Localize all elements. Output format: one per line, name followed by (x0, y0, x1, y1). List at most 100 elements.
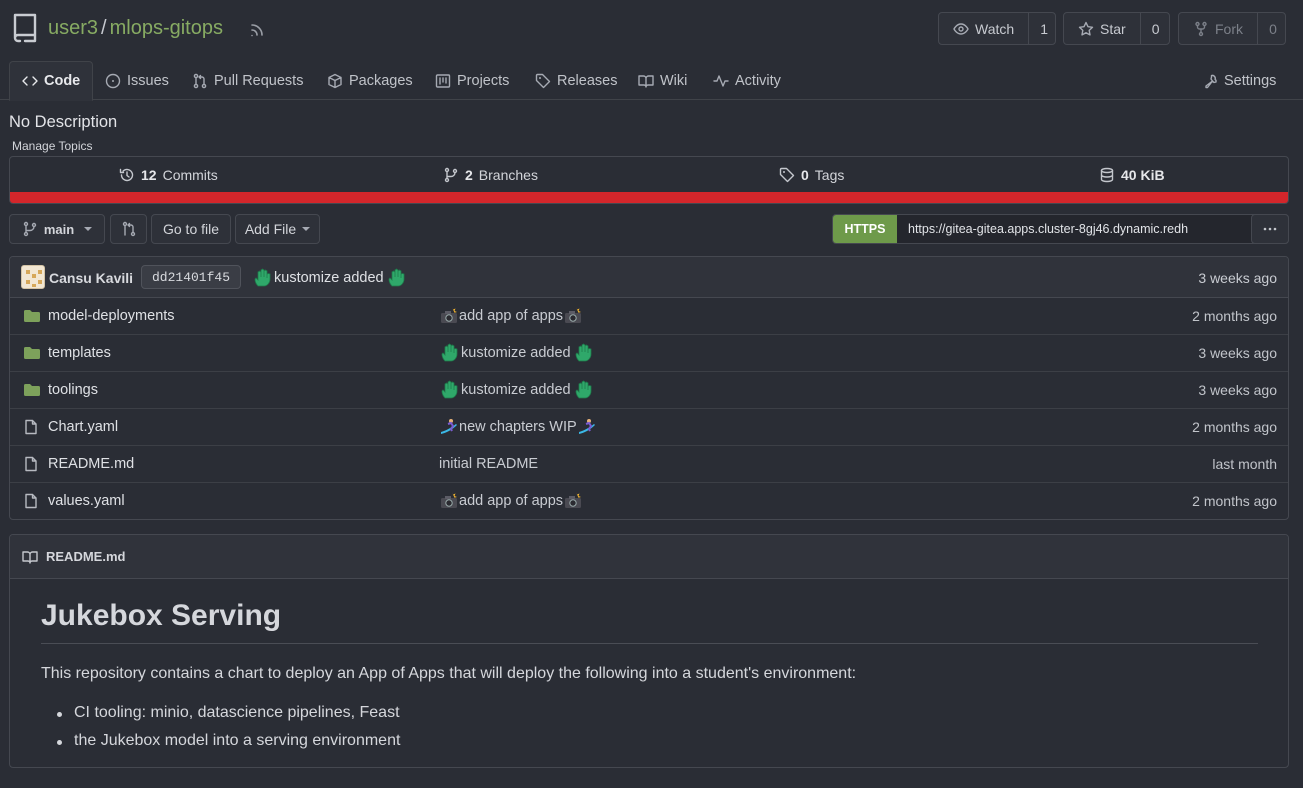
readme-paragraph: This repository contains a chart to depl… (41, 665, 857, 682)
file-commit-text: add app of apps (459, 493, 564, 509)
project-icon (435, 73, 451, 89)
file-commit-text: new chapters WIP (459, 419, 577, 435)
raised-hand-icon (573, 380, 593, 400)
fork-label: Fork (1215, 20, 1243, 37)
file-name-link[interactable]: templates (48, 345, 111, 361)
repo-icon (12, 12, 38, 44)
tab-pull-requests[interactable]: Pull Requests (192, 61, 303, 100)
repo-owner-link[interactable]: user3 (48, 17, 98, 40)
readme-title: Jukebox Serving (41, 599, 1258, 644)
branch-name: main (43, 221, 75, 237)
manage-topics-link[interactable]: Manage Topics (12, 139, 93, 153)
file-commit-time: last month (1212, 456, 1277, 472)
tab-packages[interactable]: Packages (327, 61, 413, 100)
list-item: CI tooling: minio, datascience pipelines… (57, 704, 400, 721)
readme-header: README.md (10, 535, 1288, 579)
file-commit-message[interactable]: add app of apps (439, 306, 583, 326)
file-commit-text: initial README (439, 456, 539, 472)
rss-icon[interactable] (249, 22, 265, 38)
history-icon (119, 167, 135, 183)
pull-request-icon (192, 73, 208, 89)
file-name-link[interactable]: values.yaml (48, 493, 125, 509)
tab-wiki[interactable]: Wiki (638, 61, 687, 100)
clone-url-input[interactable]: https://gitea-gitea.apps.cluster-8gj46.d… (897, 215, 1253, 243)
tab-label: Issues (127, 72, 169, 89)
table-row: README.md initial README last month (10, 446, 1288, 483)
file-name-link[interactable]: README.md (48, 456, 134, 472)
table-row: toolings kustomize added 3 weeks ago (10, 372, 1288, 409)
size-stat: 40 KiB (1099, 157, 1165, 193)
table-row: Chart.yaml new chapters WIP 2 months ago (10, 409, 1288, 446)
star-icon (1078, 21, 1094, 37)
file-commit-message[interactable]: new chapters WIP (439, 417, 597, 437)
compare-icon (121, 221, 137, 237)
kebab-horizontal-icon (1262, 221, 1278, 237)
camera-flash-icon (563, 491, 583, 511)
chevron-down-icon (84, 227, 93, 231)
commit-sha[interactable]: dd21401f45 (141, 265, 242, 289)
tab-label: Settings (1224, 72, 1277, 89)
clone-protocol-button[interactable]: HTTPS (833, 215, 897, 243)
fork-icon (1193, 21, 1209, 37)
file-name-link[interactable]: Chart.yaml (48, 419, 118, 435)
repo-size: 40 KiB (1121, 167, 1165, 183)
tab-issues[interactable]: Issues (105, 61, 169, 100)
file-commit-text: kustomize added (461, 345, 571, 361)
latest-commit-message[interactable]: kustomize added (252, 268, 406, 288)
fork-count[interactable]: 0 (1258, 13, 1288, 44)
folder-icon (23, 345, 41, 361)
file-commit-message[interactable]: kustomize added (439, 380, 593, 400)
tab-releases[interactable]: Releases (535, 61, 617, 100)
branch-icon (443, 167, 459, 183)
commit-message-text: kustomize added (274, 270, 384, 286)
tab-projects[interactable]: Projects (435, 61, 509, 100)
branch-selector[interactable]: main (9, 214, 105, 244)
latest-commit-row: Cansu Kavili dd21401f45 kustomize added … (10, 257, 1288, 298)
book-icon (22, 549, 38, 565)
branches-count: 2 (465, 167, 473, 183)
branches-stat[interactable]: 2 Branches (443, 157, 538, 193)
star-button[interactable]: Star (1064, 13, 1141, 44)
watch-count[interactable]: 1 (1029, 13, 1059, 44)
file-commit-message[interactable]: initial README (439, 454, 538, 474)
clone-panel: HTTPS https://gitea-gitea.apps.cluster-8… (832, 214, 1289, 244)
star-count[interactable]: 0 (1141, 13, 1171, 44)
repo-name-link[interactable]: mlops-gitops (110, 17, 223, 40)
avatar[interactable] (21, 265, 45, 289)
file-icon (23, 456, 39, 472)
more-options-button[interactable] (1251, 214, 1289, 244)
file-name-link[interactable]: model-deployments (48, 308, 175, 324)
pulse-icon (713, 73, 729, 89)
language-bar[interactable] (10, 192, 1288, 203)
chevron-down-icon (302, 227, 311, 231)
database-icon (1099, 167, 1115, 183)
readme-filename-link[interactable]: README.md (46, 549, 125, 564)
file-icon (23, 419, 39, 435)
camera-flash-icon (439, 491, 459, 511)
tab-label: Activity (735, 72, 781, 89)
tab-code[interactable]: Code (9, 61, 94, 101)
commit-author[interactable]: Cansu Kavili (49, 270, 133, 286)
code-icon (22, 73, 38, 89)
tab-settings[interactable]: Settings (1202, 61, 1276, 100)
book-icon (638, 73, 654, 89)
fork-button[interactable]: Fork (1179, 13, 1258, 44)
add-file-button[interactable]: Add File (235, 214, 320, 244)
file-commit-message[interactable]: add app of apps (439, 491, 583, 511)
repo-stats-bar: 12 Commits 2 Branches 0 Tags 40 KiB (9, 156, 1289, 204)
folder-icon (23, 382, 41, 398)
commits-stat[interactable]: 12 Commits (119, 157, 218, 193)
repo-title: user3 / mlops-gitops (48, 17, 223, 40)
file-name-link[interactable]: toolings (48, 382, 98, 398)
watch-button[interactable]: Watch (939, 13, 1030, 44)
compare-button[interactable] (110, 214, 147, 244)
tab-label: Packages (349, 72, 413, 89)
table-row: model-deployments add app of apps 2 mont… (10, 298, 1288, 335)
camera-flash-icon (439, 306, 459, 326)
watch-button-group: Watch 1 (938, 12, 1056, 45)
table-row: values.yaml add app of apps 2 months ago (10, 483, 1288, 519)
tags-stat[interactable]: 0 Tags (779, 157, 844, 193)
tab-activity[interactable]: Activity (713, 61, 781, 100)
file-commit-message[interactable]: kustomize added (439, 343, 593, 363)
go-to-file-button[interactable]: Go to file (151, 214, 231, 244)
